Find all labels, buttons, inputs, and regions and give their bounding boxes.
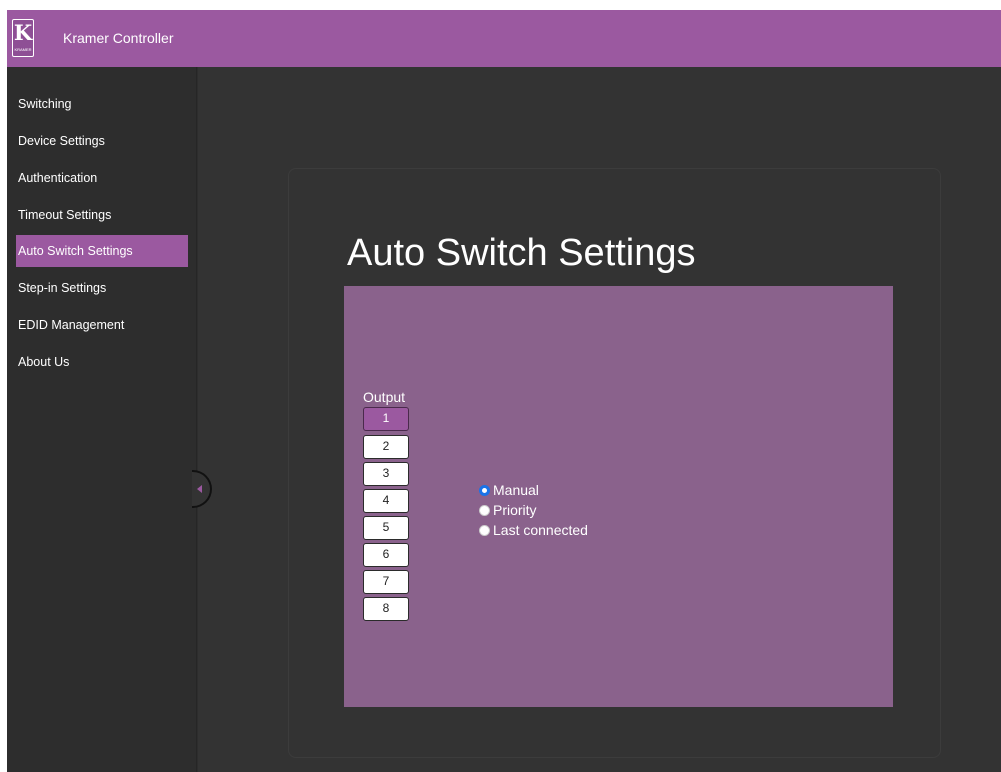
output-button-6[interactable]: 6	[363, 543, 409, 567]
output-button-8[interactable]: 8	[363, 597, 409, 621]
logo-letter: K	[13, 20, 33, 45]
sidebar-item-device-settings[interactable]: Device Settings	[16, 125, 188, 157]
output-button-5[interactable]: 5	[363, 516, 409, 540]
output-button-7[interactable]: 7	[363, 570, 409, 594]
sidebar-item-about-us[interactable]: About Us	[16, 346, 188, 378]
sidebar-item-switching[interactable]: Switching	[16, 88, 188, 120]
radio-last-connected[interactable]: Last connected	[479, 520, 588, 540]
radio-manual-label: Manual	[493, 482, 539, 498]
output-label: Output	[363, 389, 406, 405]
sidebar-item-edid-management[interactable]: EDID Management	[16, 309, 188, 341]
radio-priority-dot[interactable]	[479, 504, 490, 516]
radio-manual-dot[interactable]	[479, 484, 490, 496]
sidebar: Switching Device Settings Authentication…	[7, 67, 197, 772]
output-button-3[interactable]: 3	[363, 462, 409, 486]
page-title: Auto Switch Settings	[347, 232, 696, 274]
radio-priority-label: Priority	[493, 502, 537, 518]
radio-manual[interactable]: Manual	[479, 480, 588, 500]
app-window: K KRAMER Kramer Controller Switching Dev…	[7, 10, 1001, 772]
sidebar-item-step-in-settings[interactable]: Step-in Settings	[16, 272, 188, 304]
output-button-4[interactable]: 4	[363, 489, 409, 513]
sidebar-item-authentication[interactable]: Authentication	[16, 162, 188, 194]
output-button-2[interactable]: 2	[363, 435, 409, 459]
switch-mode-radio-group: Manual Priority Last connected	[479, 480, 588, 540]
sidebar-item-auto-switch-settings[interactable]: Auto Switch Settings	[16, 235, 188, 267]
top-bar: K KRAMER Kramer Controller	[7, 10, 1001, 67]
output-button-1[interactable]: 1	[363, 407, 409, 431]
radio-priority[interactable]: Priority	[479, 500, 588, 520]
radio-last-connected-label: Last connected	[493, 522, 588, 538]
app-title: Kramer Controller	[63, 30, 174, 46]
main-content: Auto Switch Settings Output 1 2 3 4 5 6 …	[192, 67, 1001, 772]
chevron-left-icon	[196, 485, 202, 493]
auto-switch-panel: Output 1 2 3 4 5 6 7 8 Manual Priority L…	[344, 286, 893, 707]
kramer-logo[interactable]: K KRAMER	[12, 19, 34, 57]
logo-word: KRAMER	[14, 47, 32, 52]
sidebar-collapse-toggle[interactable]	[192, 470, 212, 508]
radio-last-connected-dot[interactable]	[479, 524, 490, 536]
sidebar-item-timeout-settings[interactable]: Timeout Settings	[16, 199, 188, 231]
